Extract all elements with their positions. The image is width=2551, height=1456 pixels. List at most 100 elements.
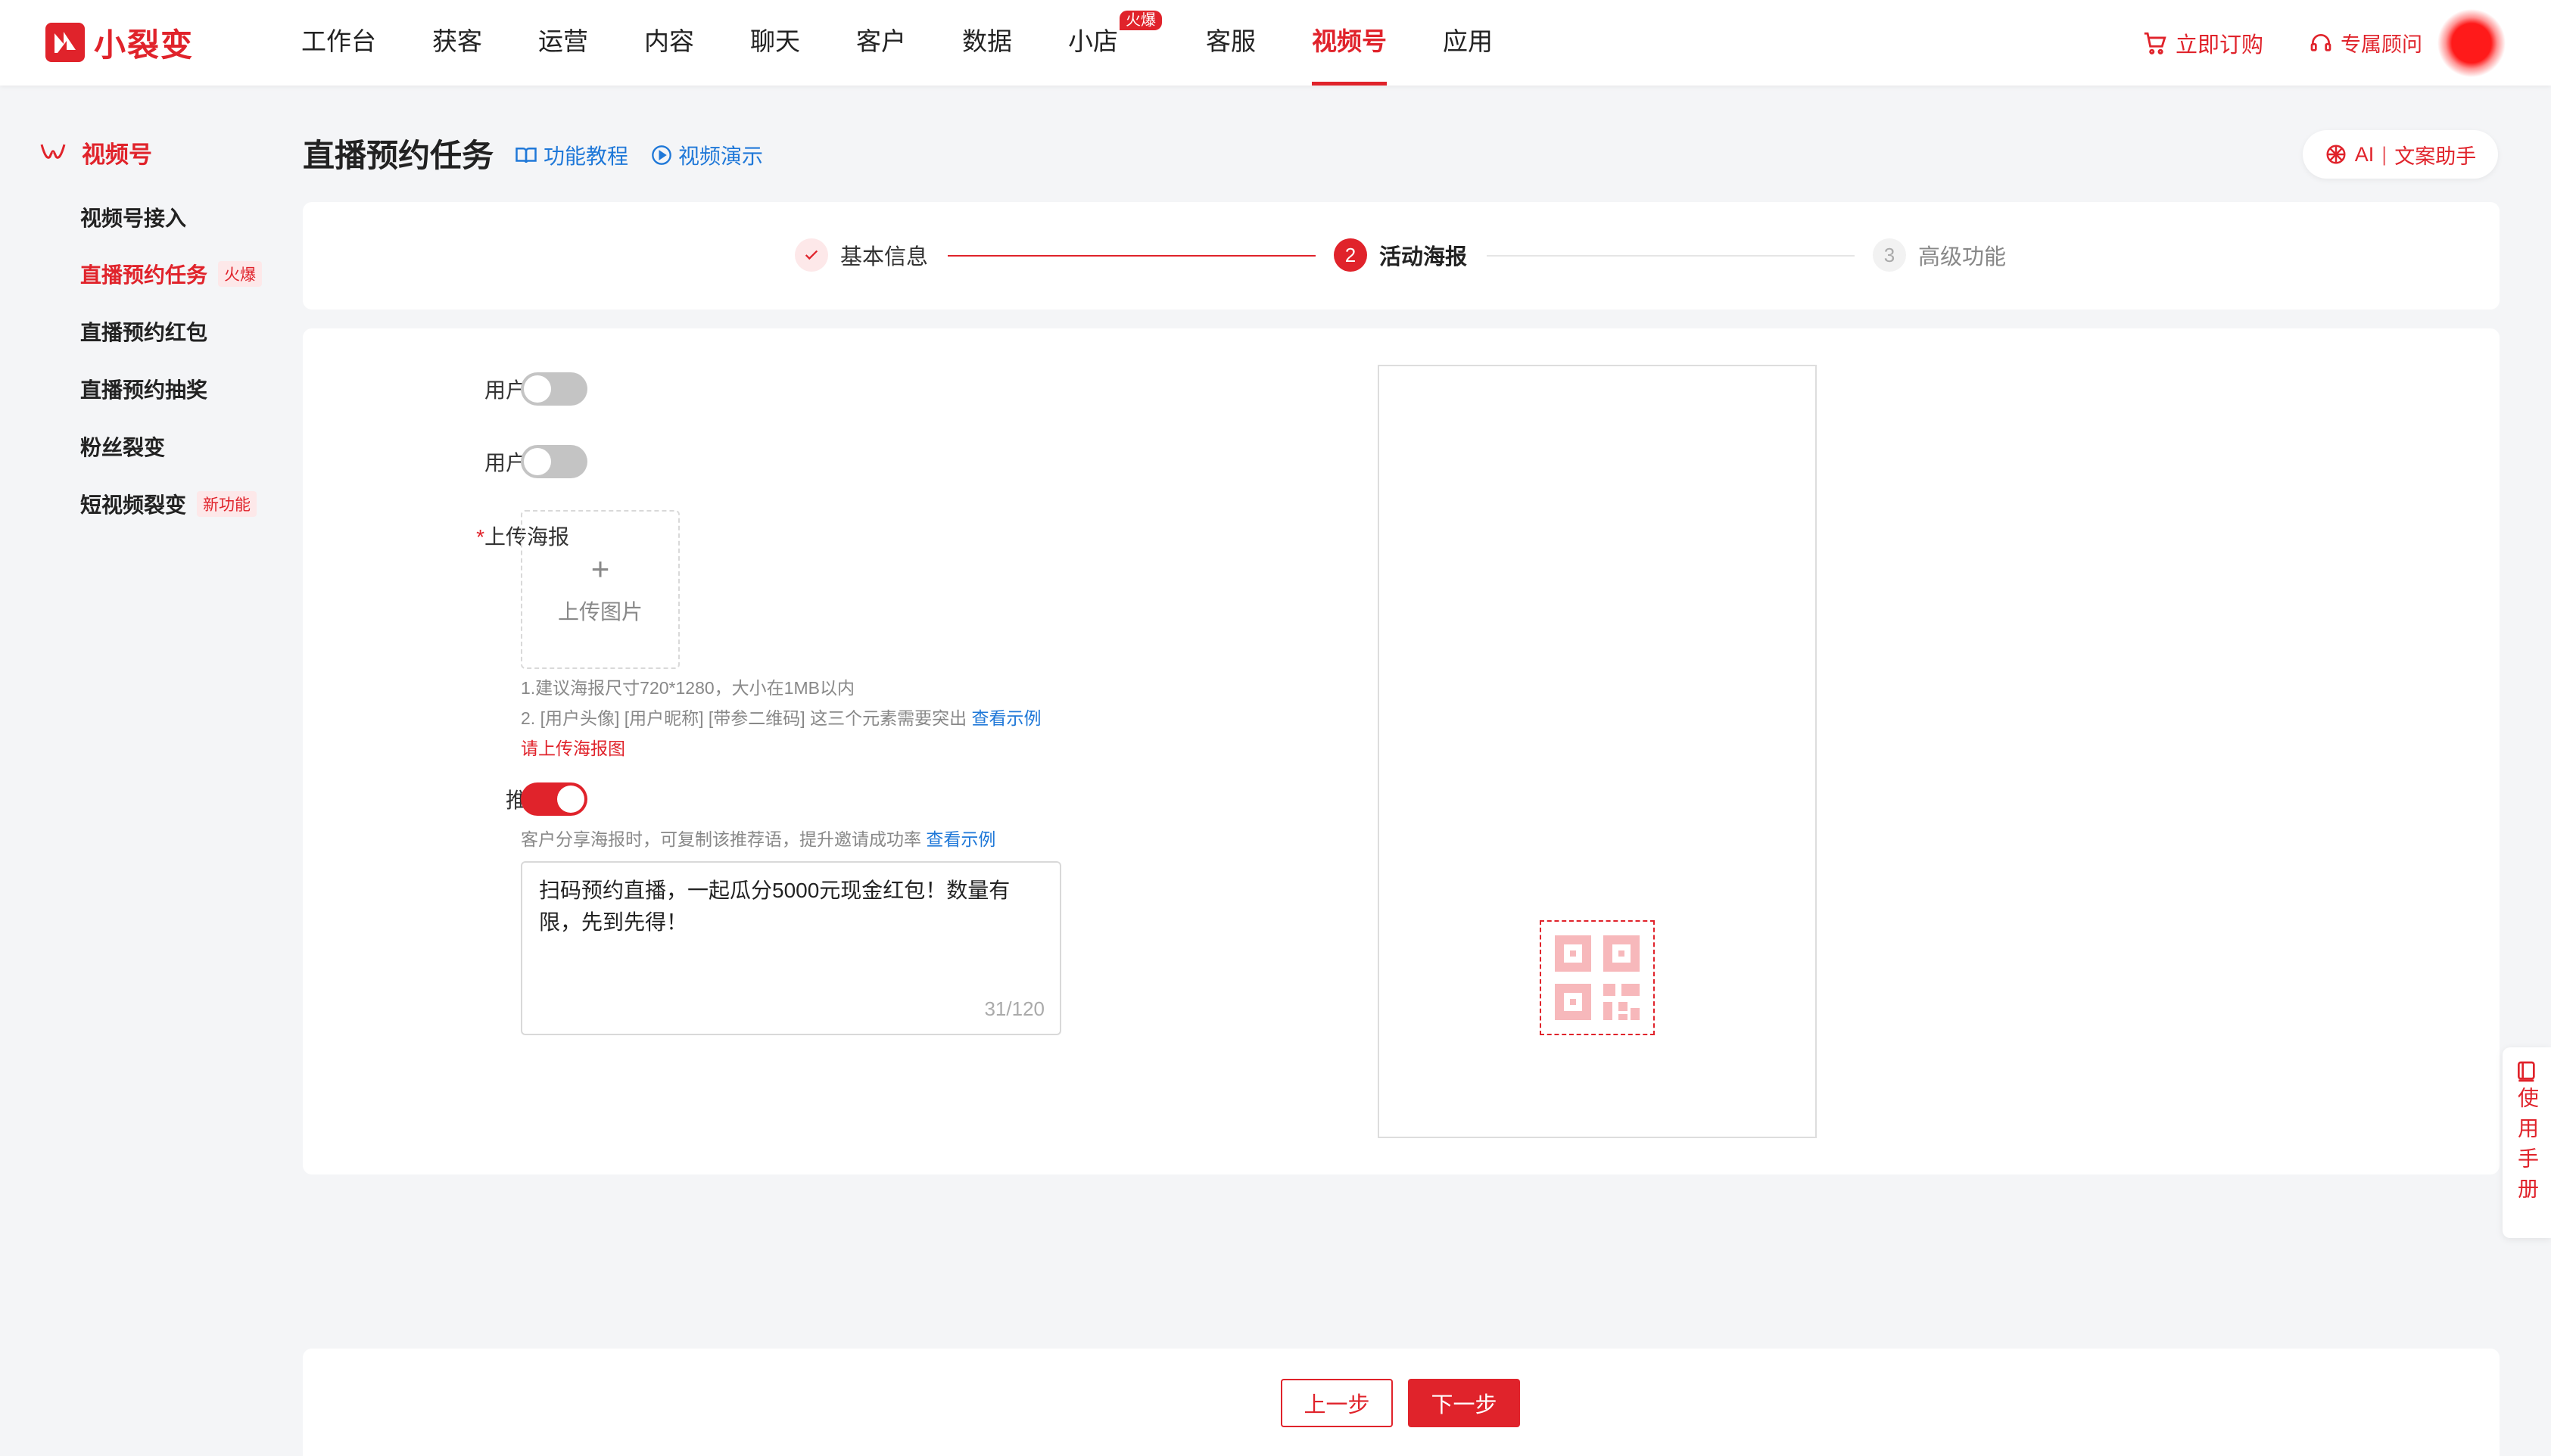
nav-label: 应用 — [1443, 27, 1493, 55]
upload-text: 上传图片 — [557, 600, 643, 624]
ai-button-label: 文案助手 — [2394, 145, 2477, 168]
sidebar-item-fan-fission[interactable]: 粉丝裂变 — [80, 431, 165, 462]
manual-icon — [2518, 1061, 2535, 1082]
poster-error: 请上传海报图 — [521, 739, 625, 758]
plus-icon: + — [590, 551, 610, 586]
tutorial-link-label: 功能教程 — [544, 145, 629, 168]
sidebar-title-label: 视频号 — [82, 142, 152, 168]
nav-item-service[interactable]: 客服 — [1206, 0, 1256, 86]
nav-item-customer[interactable]: 客户 — [856, 0, 906, 86]
step-number: 3 — [1873, 238, 1906, 272]
step-connector-pending — [1487, 255, 1855, 257]
required-mark: * — [476, 525, 484, 549]
hint-text: 2. [用户头像] [用户昵称] [带参二维码] 这三个元素需要突出 — [521, 708, 967, 728]
logo-icon — [45, 23, 85, 62]
step-basic-info[interactable]: 基本信息 — [795, 238, 928, 272]
sidebar-item-label: 直播预约任务 — [80, 263, 208, 287]
sidebar-item-short-video-fission[interactable]: 短视频裂变 新功能 — [80, 489, 257, 519]
video-demo-link[interactable]: 视频演示 — [651, 140, 763, 170]
poster-hint-size: 1.建议海报尺寸720*1280，大小在1MB以内 — [521, 678, 855, 698]
nav-label: 客服 — [1206, 27, 1256, 55]
nav-label: 视频号 — [1312, 27, 1387, 55]
nav-label: 数据 — [962, 27, 1012, 55]
ai-icon — [2326, 145, 2346, 164]
avatar-toggle[interactable] — [521, 372, 587, 406]
nav-label: 内容 — [644, 27, 694, 55]
nav-label: 工作台 — [301, 27, 376, 55]
nav-label: 运营 — [538, 27, 588, 55]
next-step-button[interactable]: 下一步 — [1408, 1379, 1520, 1427]
nav-item-operate[interactable]: 运营 — [538, 0, 588, 86]
steps-progress: 基本信息 2 活动海报 3 高级功能 — [303, 202, 2500, 310]
play-icon — [652, 145, 671, 165]
sidebar-item-live-reservation-task[interactable]: 直播预约任务 火爆 — [80, 259, 263, 289]
recommend-textarea[interactable]: 扫码预约直播，一起瓜分5000元现金红包！数量有限，先到先得！ 31/120 — [521, 861, 1061, 1035]
nav-item-chat[interactable]: 聊天 — [750, 0, 800, 86]
view-example-link[interactable]: 查看示例 — [971, 708, 1041, 728]
brand-logo[interactable]: 小裂变 — [45, 23, 194, 63]
sidebar-item-label: 直播预约红包 — [80, 321, 208, 344]
prev-step-button[interactable]: 上一步 — [1281, 1379, 1393, 1427]
nav-item-shop[interactable]: 小店 火爆 — [1068, 0, 1162, 86]
nav-label: 获客 — [432, 27, 482, 55]
video-demo-label: 视频演示 — [678, 145, 764, 168]
consultant-label: 专属顾问 — [2341, 33, 2422, 56]
ai-prefix: AI — [2354, 142, 2375, 166]
step-advanced[interactable]: 3 高级功能 — [1873, 238, 2006, 272]
sidebar-item-label: 粉丝裂变 — [80, 436, 166, 459]
nav-label: 聊天 — [750, 27, 800, 55]
top-right-actions: 立即订购 专属顾问 — [2142, 0, 2551, 86]
manual-label: 使用手册 — [2515, 1087, 2539, 1208]
qrcode-icon — [1555, 935, 1640, 1020]
consultant-link[interactable]: 专属顾问 — [2309, 28, 2437, 58]
step-label: 活动海报 — [1379, 245, 1468, 269]
step-label: 基本信息 — [840, 245, 929, 269]
view-example-link[interactable]: 查看示例 — [926, 829, 995, 849]
sidebar-item-channels-connect[interactable]: 视频号接入 — [80, 202, 186, 232]
recommend-toggle[interactable] — [521, 782, 587, 816]
nav-item-acquire[interactable]: 获客 — [432, 0, 482, 86]
sidebar-item-live-reservation-lottery[interactable]: 直播预约抽奖 — [80, 374, 207, 404]
top-navbar: 小裂变 工作台 获客 运营 内容 聊天 客户 数据 小店 火爆 客服 视频号 应… — [0, 0, 2551, 86]
nav-item-apps[interactable]: 应用 — [1443, 0, 1493, 86]
poster-form-card: 用户头像 用户名称 *上传海报 + 上传图片 1.建议海报尺寸720*1280，… — [303, 328, 2500, 1174]
hot-tag: 火爆 — [218, 261, 263, 287]
qrcode-placeholder[interactable] — [1540, 920, 1655, 1035]
step-actions-bar: 上一步 下一步 — [303, 1349, 2500, 1456]
step-number: 2 — [1334, 238, 1367, 272]
new-feature-tag: 新功能 — [197, 491, 257, 517]
step-activity-poster[interactable]: 2 活动海报 — [1334, 238, 1467, 272]
username-toggle[interactable] — [521, 445, 587, 478]
buy-now-link[interactable]: 立即订购 — [2142, 27, 2263, 59]
headset-icon — [2310, 33, 2331, 51]
brand-name: 小裂变 — [94, 26, 195, 63]
poster-hint-elements: 2. [用户头像] [用户昵称] [带参二维码] 这三个元素需要突出 查看示例 — [521, 704, 1041, 730]
user-manual-float[interactable]: 使用手册 — [2503, 1047, 2551, 1238]
step-connector-done — [948, 255, 1316, 257]
hint-text: 客户分享海报时，可复制该推荐语，提升邀请成功率 — [521, 829, 921, 849]
check-icon — [795, 238, 828, 272]
nav-item-channels[interactable]: 视频号 — [1312, 0, 1387, 86]
page-title: 直播预约任务 — [303, 138, 494, 173]
buy-now-label: 立即订购 — [2175, 33, 2263, 58]
ai-copywriter-button[interactable]: AI | 文案助手 — [2303, 130, 2498, 179]
sidebar-item-label: 视频号接入 — [80, 207, 187, 230]
poster-preview — [1378, 365, 1817, 1138]
nav-item-content[interactable]: 内容 — [644, 0, 694, 86]
char-counter: 31/120 — [984, 997, 1045, 1020]
user-avatar[interactable] — [2437, 8, 2506, 77]
step-label: 高级功能 — [1918, 245, 2007, 269]
recommend-text: 扫码预约直播，一起瓜分5000元现金红包！数量有限，先到先得！ — [539, 879, 1011, 934]
sidebar-title: 视频号 — [39, 135, 152, 170]
sidebar-item-label: 短视频裂变 — [80, 493, 187, 517]
sidebar-item-label: 直播预约抽奖 — [80, 378, 208, 402]
cart-icon — [2144, 32, 2166, 54]
sidebar-item-live-reservation-redpacket[interactable]: 直播预约红包 — [80, 316, 207, 347]
main-nav: 工作台 获客 运营 内容 聊天 客户 数据 小店 火爆 客服 视频号 应用 — [301, 0, 1549, 86]
tutorial-link[interactable]: 功能教程 — [515, 140, 628, 170]
nav-item-data[interactable]: 数据 — [962, 0, 1012, 86]
hot-badge: 火爆 — [1120, 11, 1162, 30]
poster-uploader[interactable]: + 上传图片 — [521, 510, 680, 669]
sidebar: 视频号 视频号接入 直播预约任务 火爆 直播预约红包 直播预约抽奖 粉丝裂变 短… — [0, 86, 273, 1456]
nav-item-workbench[interactable]: 工作台 — [301, 0, 376, 86]
